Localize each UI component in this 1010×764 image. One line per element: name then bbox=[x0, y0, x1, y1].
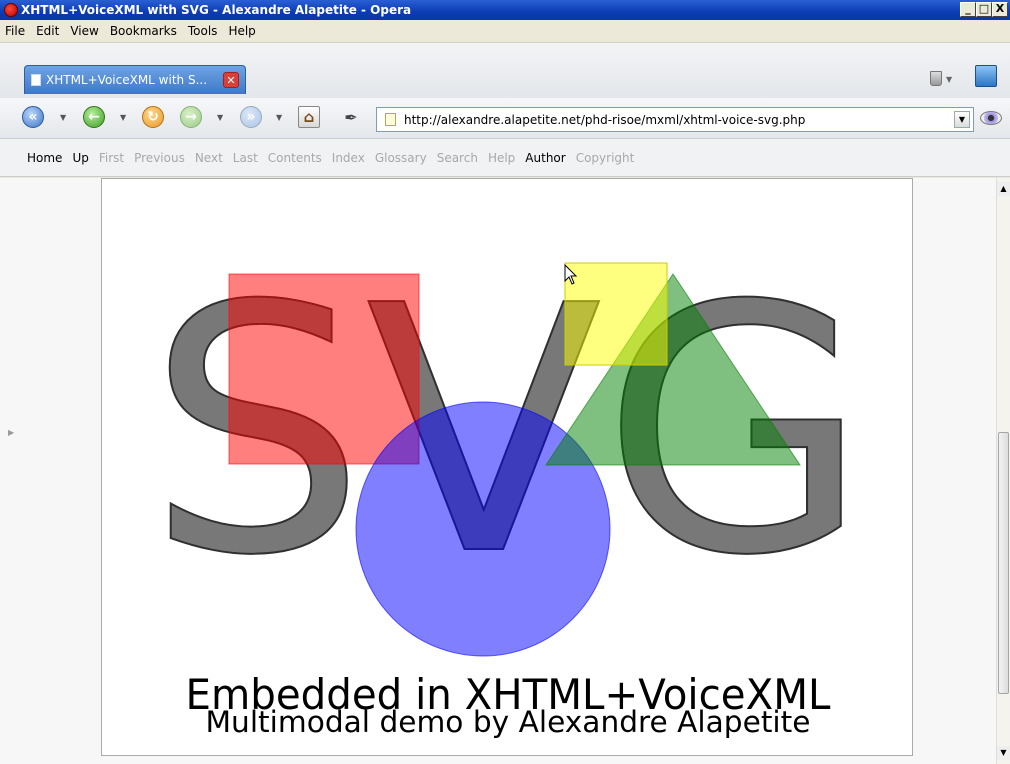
forward-arrow-icon[interactable]: → bbox=[180, 106, 202, 128]
document-icon bbox=[31, 74, 41, 86]
tab-title: XHTML+VoiceXML with S... bbox=[46, 73, 208, 87]
chevron-down-icon[interactable]: ▼ bbox=[946, 75, 952, 84]
window-title: XHTML+VoiceXML with SVG - Alexandre Alap… bbox=[21, 3, 412, 17]
window-controls: _ □ X bbox=[960, 2, 1008, 17]
maximize-button[interactable]: □ bbox=[976, 2, 992, 17]
menu-edit[interactable]: Edit bbox=[31, 24, 65, 38]
link-next: Next bbox=[194, 150, 223, 165]
pen-icon[interactable]: ✒ bbox=[340, 106, 362, 128]
scroll-up-arrow-icon[interactable]: ▲ bbox=[997, 182, 1010, 196]
link-contents: Contents bbox=[267, 150, 322, 165]
svg-graphic: SVG Embedded in XHTML+VoiceXML Multimoda… bbox=[146, 233, 870, 739]
link-glossary: Glossary bbox=[374, 150, 427, 165]
link-bar: Home Up First Previous Next Last Content… bbox=[0, 139, 1010, 177]
address-dropdown-icon[interactable]: ▼ bbox=[954, 111, 970, 128]
close-window-button[interactable]: X bbox=[992, 2, 1008, 17]
caption-line-2: Multimodal demo by Alexandre Alapetite bbox=[206, 705, 811, 739]
link-last: Last bbox=[232, 150, 258, 165]
red-square[interactable] bbox=[228, 273, 420, 465]
link-first: First bbox=[98, 150, 125, 165]
vertical-scrollbar[interactable]: ▲ ▼ bbox=[996, 178, 1010, 764]
chevron-down-icon[interactable]: ▼ bbox=[276, 113, 282, 122]
home-icon[interactable]: ⌂ bbox=[298, 106, 320, 128]
opera-logo-icon bbox=[4, 3, 18, 17]
menu-view[interactable]: View bbox=[65, 24, 104, 38]
rewind-icon[interactable]: « bbox=[22, 106, 44, 128]
scroll-down-arrow-icon[interactable]: ▼ bbox=[997, 746, 1010, 760]
link-previous: Previous bbox=[134, 150, 185, 165]
chevron-down-icon[interactable]: ▼ bbox=[217, 113, 223, 122]
address-url[interactable]: http://alexandre.alapetite.net/phd-risoe… bbox=[404, 113, 805, 127]
page-tab[interactable]: XHTML+VoiceXML with S... ✕ bbox=[24, 65, 246, 94]
link-search: Search bbox=[436, 150, 478, 165]
link-home[interactable]: Home bbox=[27, 151, 62, 165]
panel-toggle-icon[interactable]: ▶ bbox=[8, 428, 14, 437]
network-icon[interactable] bbox=[975, 65, 997, 87]
trash-can-icon[interactable] bbox=[930, 71, 942, 86]
menu-file[interactable]: File bbox=[0, 24, 31, 38]
link-copyright: Copyright bbox=[575, 150, 635, 165]
link-up[interactable]: Up bbox=[72, 151, 88, 165]
address-bar[interactable]: http://alexandre.alapetite.net/phd-risoe… bbox=[376, 107, 974, 132]
yellow-square[interactable] bbox=[564, 262, 668, 366]
page-icon bbox=[385, 113, 396, 126]
menu-help[interactable]: Help bbox=[223, 24, 261, 38]
eye-icon[interactable] bbox=[980, 111, 1002, 125]
mouse-cursor-icon bbox=[564, 264, 578, 285]
fast-forward-icon[interactable]: » bbox=[240, 106, 262, 128]
reload-icon[interactable]: ↻ bbox=[142, 106, 164, 128]
scrollbar-thumb[interactable] bbox=[998, 432, 1009, 694]
menu-bar: File Edit View Bookmarks Tools Help bbox=[0, 20, 1010, 43]
link-author[interactable]: Author bbox=[525, 151, 565, 165]
tab-bar: XHTML+VoiceXML with S... ✕ ▼ bbox=[0, 43, 1010, 98]
menu-bookmarks[interactable]: Bookmarks bbox=[105, 24, 183, 38]
chevron-down-icon[interactable]: ▼ bbox=[120, 113, 126, 122]
menu-tools[interactable]: Tools bbox=[183, 24, 224, 38]
link-index: Index bbox=[331, 150, 365, 165]
svg-document: SVG Embedded in XHTML+VoiceXML Multimoda… bbox=[101, 178, 913, 756]
chevron-down-icon[interactable]: ▼ bbox=[60, 113, 66, 122]
minimize-button[interactable]: _ bbox=[960, 2, 976, 17]
title-bar: XHTML+VoiceXML with SVG - Alexandre Alap… bbox=[0, 0, 1010, 20]
close-tab-button[interactable]: ✕ bbox=[223, 72, 239, 88]
page-content: ▶ SVG Embedded in XHTML+VoiceXML Multimo… bbox=[0, 178, 996, 764]
link-help: Help bbox=[487, 150, 516, 165]
back-arrow-icon[interactable]: ← bbox=[83, 106, 105, 128]
